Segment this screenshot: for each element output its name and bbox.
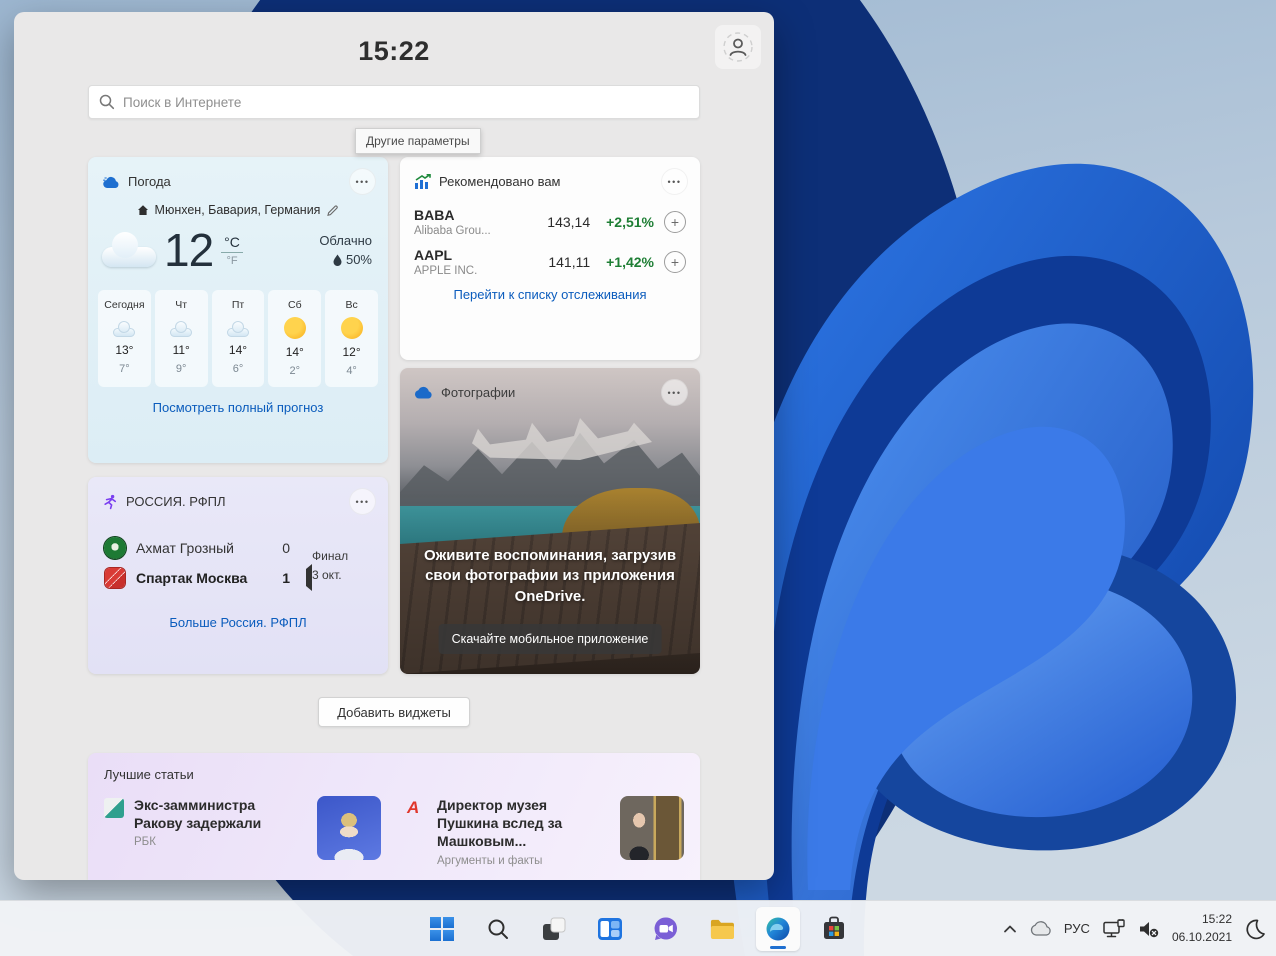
stocks-title: Рекомендовано вам [439,174,561,189]
stock-row[interactable]: AAPL APPLE INC. 141,11 +1,42% + [414,247,686,277]
web-search-bar[interactable] [88,85,700,119]
team2-name: Спартак Москва [136,570,248,586]
stocks-more-button[interactable] [661,168,688,195]
forecast-day[interactable]: Сб 14° 2° [268,290,322,387]
stock-row[interactable]: BABA Alibaba Grou... 143,14 +2,51% + [414,207,686,237]
team2-score: 1 [282,570,290,586]
photos-more-button[interactable] [661,379,688,406]
taskbar-date: 06.10.2021 [1171,929,1232,944]
news-article[interactable]: Директор музея Пушкина вслед за Машковым… [407,796,684,867]
article-thumbnail [620,796,684,860]
windows-start-icon [430,916,454,941]
edit-pencil-icon[interactable] [326,204,339,217]
add-to-watchlist-button[interactable]: + [664,211,686,233]
sunny-icon [340,317,363,339]
widgets-panel: 15:22 Другие параметры Погода [14,12,774,880]
weather-location: Мюнхен, Бавария, Германия [154,203,321,217]
volume-muted-icon[interactable] [1138,920,1160,938]
search-icon [99,94,115,110]
forecast-day[interactable]: Сегодня 13° 7° [98,290,151,387]
spartak-moscow-logo [105,568,125,588]
panel-clock: 15:22 [358,36,430,66]
unit-celsius-toggle[interactable]: °C [221,234,243,253]
more-league-link[interactable]: Больше Россия. РФПЛ [88,615,388,630]
forecast-day[interactable]: Вс 12° 4° [325,290,378,387]
taskbar-search-button[interactable] [476,907,520,951]
person-avatar-icon [723,32,753,62]
taskbar: РУС 15:22 06.10.2021 [0,900,1276,956]
profile-button[interactable] [715,25,761,69]
news-article[interactable]: Экс-замминистра Ракову задержали РБК [104,796,381,867]
taskbar-clock[interactable]: 15:22 06.10.2021 [1172,911,1232,946]
weather-widget[interactable]: Погода Мюнхен, Бавария, Германия 12 °C °… [88,157,388,463]
hidden-icons-chevron-icon[interactable] [1002,922,1018,936]
network-icon[interactable] [1102,918,1126,939]
widgets-icon [598,917,622,940]
precipitation-value: 50% [345,252,372,267]
store-icon [824,916,844,939]
taskbar-time: 15:22 [1201,912,1232,927]
more-options-tooltip: Другие параметры [355,128,481,154]
edge-button[interactable] [756,906,800,951]
match-date: 3 окт. [312,568,342,583]
weather-more-button[interactable] [349,168,376,195]
news-header: Лучшие статьи [104,767,194,782]
team1-name: Ахмат Грозный [136,540,234,556]
full-forecast-link[interactable]: Посмотреть полный прогноз [88,400,388,415]
home-icon [137,205,148,215]
microsoft-store-button[interactable] [812,907,856,951]
news-section: Лучшие статьи Экс-замминистра Ракову зад… [88,753,700,880]
match-status: Финал [312,549,349,563]
unit-fahrenheit-toggle[interactable]: °F [226,253,237,267]
weather-location-row[interactable]: Мюнхен, Бавария, Германия [88,203,388,217]
file-explorer-button[interactable] [700,907,744,951]
aif-logo-icon [407,798,427,818]
droplet-icon [333,254,342,266]
start-button[interactable] [420,907,464,951]
task-view-button[interactable] [532,907,576,951]
add-widgets-button[interactable]: Добавить виджеты [318,697,470,727]
onedrive-cloud-icon [414,386,432,399]
sports-more-button[interactable] [349,488,376,515]
forecast-day[interactable]: Пт 14° 6° [211,290,265,387]
article-thumbnail [317,796,381,860]
task-view-icon [543,917,566,940]
photos-title: Фотографии [441,385,516,400]
stocks-widget[interactable]: Рекомендовано вам BABA Alibaba Grou... 1… [400,157,700,360]
current-temperature: 12 [164,224,214,276]
runner-icon [104,494,116,509]
sports-widget[interactable]: РОССИЯ. РФПЛ Ахмат Грозный 0 Спартак Мос… [88,477,388,674]
akhmat-grozny-logo [104,537,126,559]
onedrive-tray-icon[interactable] [1030,921,1052,936]
current-weather-cloud-icon [102,232,158,268]
team1-score: 0 [282,540,290,556]
language-indicator[interactable]: РУС [1064,921,1090,936]
chat-icon [654,916,678,940]
widgets-button[interactable] [588,907,632,951]
match-score-block[interactable]: Ахмат Грозный 0 Спартак Москва 1 Финал 3… [88,521,388,593]
photos-widget[interactable]: Фотографии Оживите воспоминания, загрузи… [400,368,700,674]
cloudy-icon [111,321,137,337]
focus-assist-moon-icon[interactable] [1244,918,1266,940]
cloudy-icon [168,321,194,337]
weather-title: Погода [128,174,171,189]
rbc-logo-icon [104,798,124,818]
add-to-watchlist-button[interactable]: + [664,251,686,273]
edge-browser-icon [766,917,790,940]
weather-condition: Облачно [319,232,372,248]
sports-title: РОССИЯ. РФПЛ [126,494,226,509]
chat-button[interactable] [644,907,688,951]
stocks-chart-icon [415,174,431,189]
forecast-day[interactable]: Чт 11° 9° [154,290,208,387]
search-icon [488,919,508,939]
file-explorer-icon [710,919,734,939]
watchlist-link[interactable]: Перейти к списку отслеживания [400,287,700,302]
cloudy-icon [225,321,251,337]
search-input[interactable] [123,94,689,110]
photos-message: Оживите воспоминания, загрузив свои фото… [423,547,677,605]
forecast-row: Сегодня 13° 7° Чт 11° 9° Пт 14° 6° Сб 14… [98,290,378,387]
download-app-button[interactable]: Скачайте мобильное приложение [438,624,662,654]
weather-cloud-icon [103,176,119,188]
sunny-icon [283,317,306,339]
